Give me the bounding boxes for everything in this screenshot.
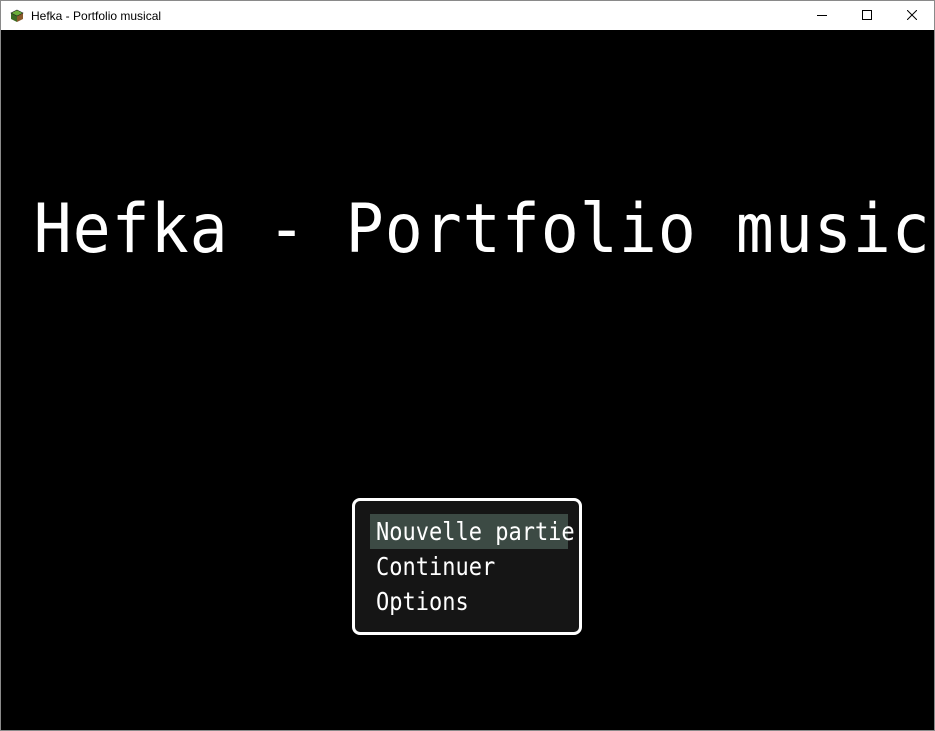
close-icon bbox=[906, 9, 917, 23]
maximize-icon bbox=[861, 9, 872, 23]
menu-item-options[interactable]: Options bbox=[370, 584, 568, 619]
menu-item-label: Nouvelle partie bbox=[376, 517, 575, 546]
title-bar[interactable]: Hefka - Portfolio musical bbox=[1, 1, 934, 30]
maximize-button[interactable] bbox=[844, 1, 889, 30]
close-button[interactable] bbox=[889, 1, 934, 30]
game-window: Hefka - Portfolio musical Hefka - Portfo… bbox=[0, 0, 935, 731]
menu-item-label: Continuer bbox=[376, 552, 496, 581]
window-title: Hefka - Portfolio musical bbox=[31, 8, 162, 23]
menu-item-new-game[interactable]: Nouvelle partie bbox=[370, 514, 575, 549]
menu-item-label: Options bbox=[376, 587, 469, 616]
game-cube-icon bbox=[9, 8, 25, 24]
minimize-button[interactable] bbox=[799, 1, 844, 30]
menu-item-continue[interactable]: Continuer bbox=[370, 549, 568, 584]
title-menu: Nouvelle partie Continuer Options bbox=[352, 498, 582, 635]
game-title: Hefka - Portfolio musical bbox=[33, 190, 935, 269]
minimize-icon bbox=[816, 9, 827, 23]
game-canvas[interactable]: Hefka - Portfolio musical Nouvelle parti… bbox=[1, 30, 934, 730]
